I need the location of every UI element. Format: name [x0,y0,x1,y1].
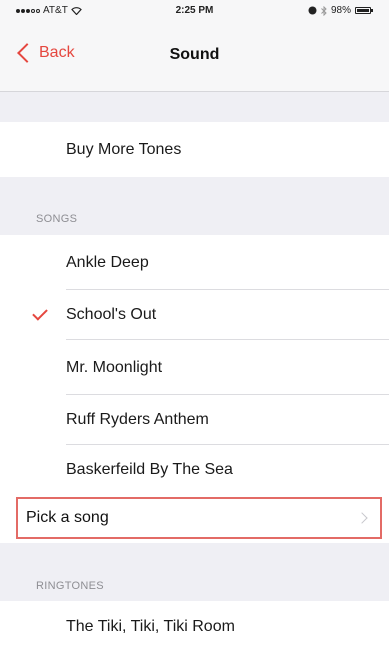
ringtone-label: The Tiki, Tiki, Tiki Room [66,618,235,635]
song-row-ankle-deep[interactable]: Ankle Deep [0,235,389,290]
song-label: Mr. Moonlight [66,358,163,376]
status-right: 98% [308,5,373,16]
songs-section-header: SONGS [0,177,389,235]
song-row-schools-out[interactable]: School's Out [0,290,389,340]
page-title: Sound [169,46,220,63]
bluetooth-icon [321,5,327,16]
ringtone-row-tiki-room[interactable]: The Tiki, Tiki, Tiki Room [0,601,389,653]
song-label: Ankle Deep [66,253,149,271]
song-row-ruff-ryders-anthem[interactable]: Ruff Ryders Anthem [0,395,389,445]
song-row-mr-moonlight[interactable]: Mr. Moonlight [0,340,389,395]
section-gap [0,92,389,122]
songs-header-label: SONGS [36,213,78,225]
checkmark-icon [32,305,48,321]
song-label: School's Out [66,306,157,323]
ringtones-header-label: RINGTONES [36,580,104,592]
status-bar: AT&T 2:25 PM 98% [0,0,389,20]
battery-percent: 98% [330,5,351,16]
song-label: Baskerfeild By The Sea [66,461,233,478]
battery-icon [355,7,373,14]
ringtones-section-header: RINGTONES [0,543,389,601]
navigation-bar: Back Sound [0,20,389,92]
buy-more-tones-label: Buy More Tones [66,140,182,158]
song-row-baskerfeild-by-the-sea[interactable]: Baskerfeild By The Sea [0,445,389,495]
lock-rotation-icon [308,6,317,15]
battery-fill [357,9,369,12]
buy-more-tones-row[interactable]: Buy More Tones [0,122,389,177]
chevron-right-icon [356,512,368,524]
pick-a-song-button[interactable]: Pick a song [16,497,382,539]
pick-a-song-label: Pick a song [26,509,109,526]
song-label: Ruff Ryders Anthem [66,411,209,428]
